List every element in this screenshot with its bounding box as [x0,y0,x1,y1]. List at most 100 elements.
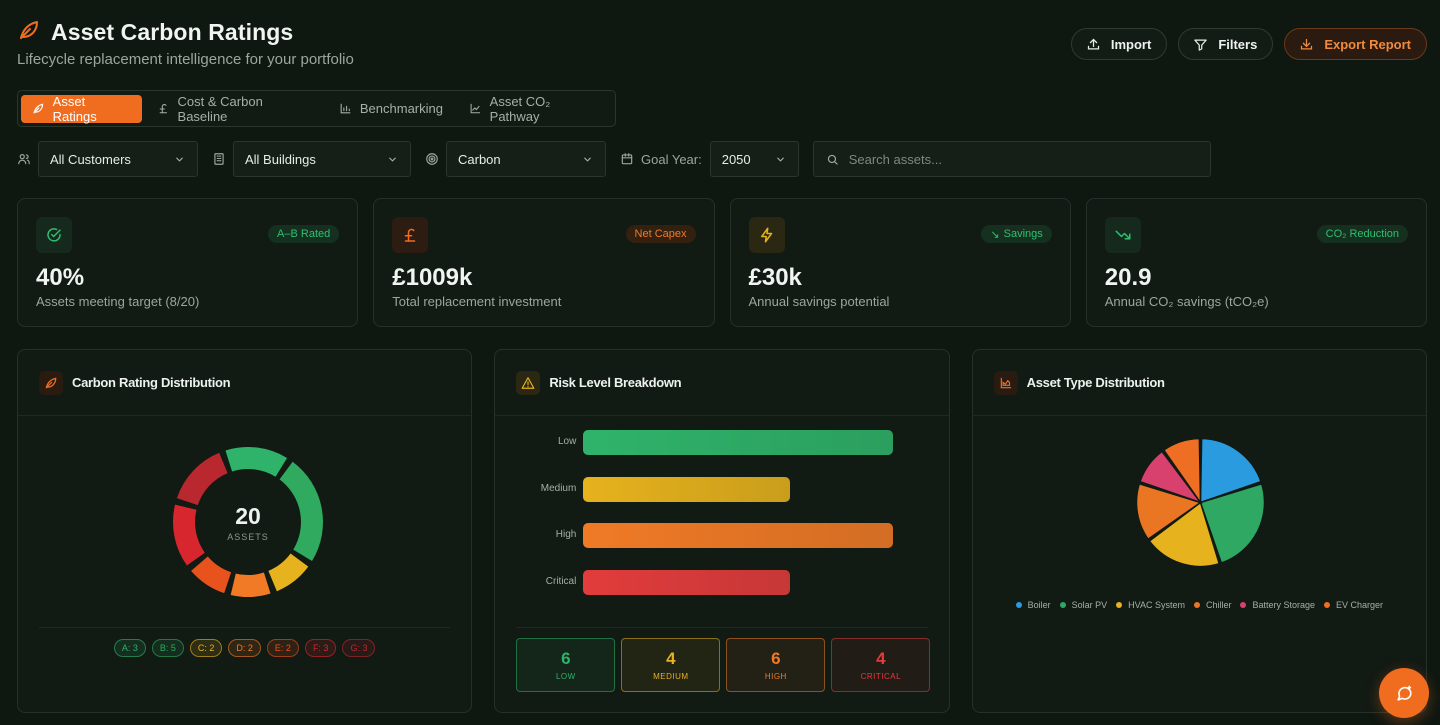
goal-year-select[interactable]: 2050 [709,141,799,177]
kpi-card-co2-savings: CO₂ Reduction 20.9 Annual CO₂ savings (t… [1085,198,1427,327]
tab-benchmarking[interactable]: Benchmarking [328,95,454,123]
legend-swatch [1240,602,1247,608]
kpi-badge: CO₂ Reduction [1316,225,1408,243]
tab-label: Cost & Carbon Baseline [177,93,263,124]
page-header: Asset Carbon Ratings Lifecycle replaceme… [17,18,1427,68]
rating-legend: A: 3 B: 5 C: 2 D: 2 E: 2 F: 3 G: 3 [18,639,471,657]
leaf-icon [39,370,63,395]
chat-assistant-button[interactable] [1379,668,1429,718]
tab-label: Asset CO₂ Pathway [489,93,551,124]
legend-label: Solar PV [1071,600,1108,610]
leaf-logo-icon [17,18,41,47]
risk-bar-medium[interactable] [583,476,790,502]
kpi-label: Total replacement investment [392,294,562,309]
pound-icon [392,217,429,253]
rating-pill-g: G: 3 [342,639,376,657]
asset-type-legend: Boiler Solar PV HVAC System Chiller Battery … [973,600,1426,610]
risk-card-label: CRITICAL [860,672,902,681]
legend-label: EV Charger [1336,600,1384,610]
kpi-label: Annual CO₂ savings (tCO₂e) [1104,294,1269,309]
chart-panels: Carbon Rating Distribution 20 ASSETS A: … [17,349,1427,713]
import-button[interactable]: Import [1070,28,1168,60]
warning-icon [516,370,541,395]
filter-icon [1194,39,1208,51]
export-report-label: Export Report [1324,36,1411,52]
legend-item-battery-storage: Battery Storage [1240,600,1315,610]
legend-swatch [1193,602,1200,608]
risk-card-count: 4 [876,649,886,668]
risk-bar-row-low: Low [516,430,930,455]
kpi-row: A–B Rated 40% Assets meeting target (8/2… [17,198,1427,327]
legend-swatch [1116,602,1123,608]
leaf-icon [33,103,44,114]
goal-year-value: 2050 [721,151,751,167]
download-icon [1301,38,1313,49]
carbon-rating-donut: 20 ASSETS [158,432,338,612]
legend-item-boiler: Boiler [1015,600,1051,610]
tab-label: Asset Ratings [52,93,97,124]
asset-type-panel: Asset Type Distribution Boiler Solar PV HV… [971,349,1427,713]
risk-bar-chart: Low Medium High Critical [516,430,930,616]
legend-label: Chiller [1205,600,1232,610]
panel-title: Risk Level Breakdown [549,375,682,390]
legend-item-chiller: Chiller [1193,600,1232,610]
risk-bar-row-medium: Medium [516,476,930,502]
lightning-icon [748,217,785,253]
kpi-badge-label: Savings [1003,228,1043,240]
carbon-rating-panel: Carbon Rating Distribution 20 ASSETS A: … [17,349,473,713]
divider [516,627,928,628]
legend-item-solar-pv: Solar PV [1059,600,1108,610]
metric-select[interactable]: Carbon [446,141,606,177]
tab-label: Benchmarking [359,101,443,116]
tab-asset-ratings[interactable]: Asset Ratings [21,93,142,124]
trend-down-small-icon: ↘ [990,228,1000,241]
chevron-down-icon [776,157,784,162]
kpi-badge: A–B Rated [268,225,340,243]
target-icon [426,153,438,165]
risk-bar-row-high: High [516,523,930,548]
filters-button[interactable]: Filters [1178,28,1274,60]
rating-pill-b: B: 5 [151,639,184,657]
page-title: Asset Carbon Ratings [51,19,294,45]
search-input[interactable]: Search assets... [812,141,1211,177]
risk-card-high[interactable]: 6 HIGH [726,638,826,692]
kpi-value: 40% [36,264,85,291]
risk-bar-high[interactable] [583,523,894,548]
customer-select[interactable]: All Customers [38,141,198,177]
calendar-icon [621,153,633,165]
pound-icon [159,104,167,114]
risk-card-critical[interactable]: 4 CRITICAL [831,638,931,692]
kpi-value: £1009k [392,264,473,291]
risk-bar-low[interactable] [583,430,894,455]
chevron-down-icon [584,157,591,162]
risk-bar-label: Low [557,436,577,447]
search-icon [827,154,838,165]
legend-label: HVAC System [1128,600,1185,610]
view-tabs: Asset Ratings Cost & Carbon Baseline Ben… [17,90,616,127]
risk-card-count: 4 [666,649,676,668]
risk-bar-critical[interactable] [583,569,790,595]
upload-icon [1087,38,1099,49]
export-report-button[interactable]: Export Report [1284,28,1427,60]
metric-select-value: Carbon [458,151,501,167]
rating-pill-e: E: 2 [266,639,299,657]
risk-bar-label: Medium [540,482,577,494]
panel-title: Carbon Rating Distribution [72,375,231,390]
legend-item-ev-charger: EV Charger [1324,600,1383,610]
kpi-label: Annual savings potential [748,294,890,309]
risk-card-medium[interactable]: 4 MEDIUM [621,638,721,692]
legend-swatch [1015,602,1022,608]
rating-pill-f: F: 3 [304,639,337,657]
building-select[interactable]: All Buildings [233,141,411,177]
risk-card-count: 6 [771,649,781,668]
tab-asset-co2-pathway[interactable]: Asset CO₂ Pathway [458,93,612,124]
line-chart-icon [470,103,481,114]
donut-total: 20 [235,502,261,529]
filters-label: Filters [1218,36,1258,52]
risk-card-low[interactable]: 6 LOW [516,638,616,692]
search-placeholder: Search assets... [848,151,942,167]
check-circle-icon [36,217,72,253]
tab-cost-carbon-baseline[interactable]: Cost & Carbon Baseline [146,93,324,124]
risk-bar-label: High [555,529,577,540]
chevron-down-icon [389,157,396,162]
